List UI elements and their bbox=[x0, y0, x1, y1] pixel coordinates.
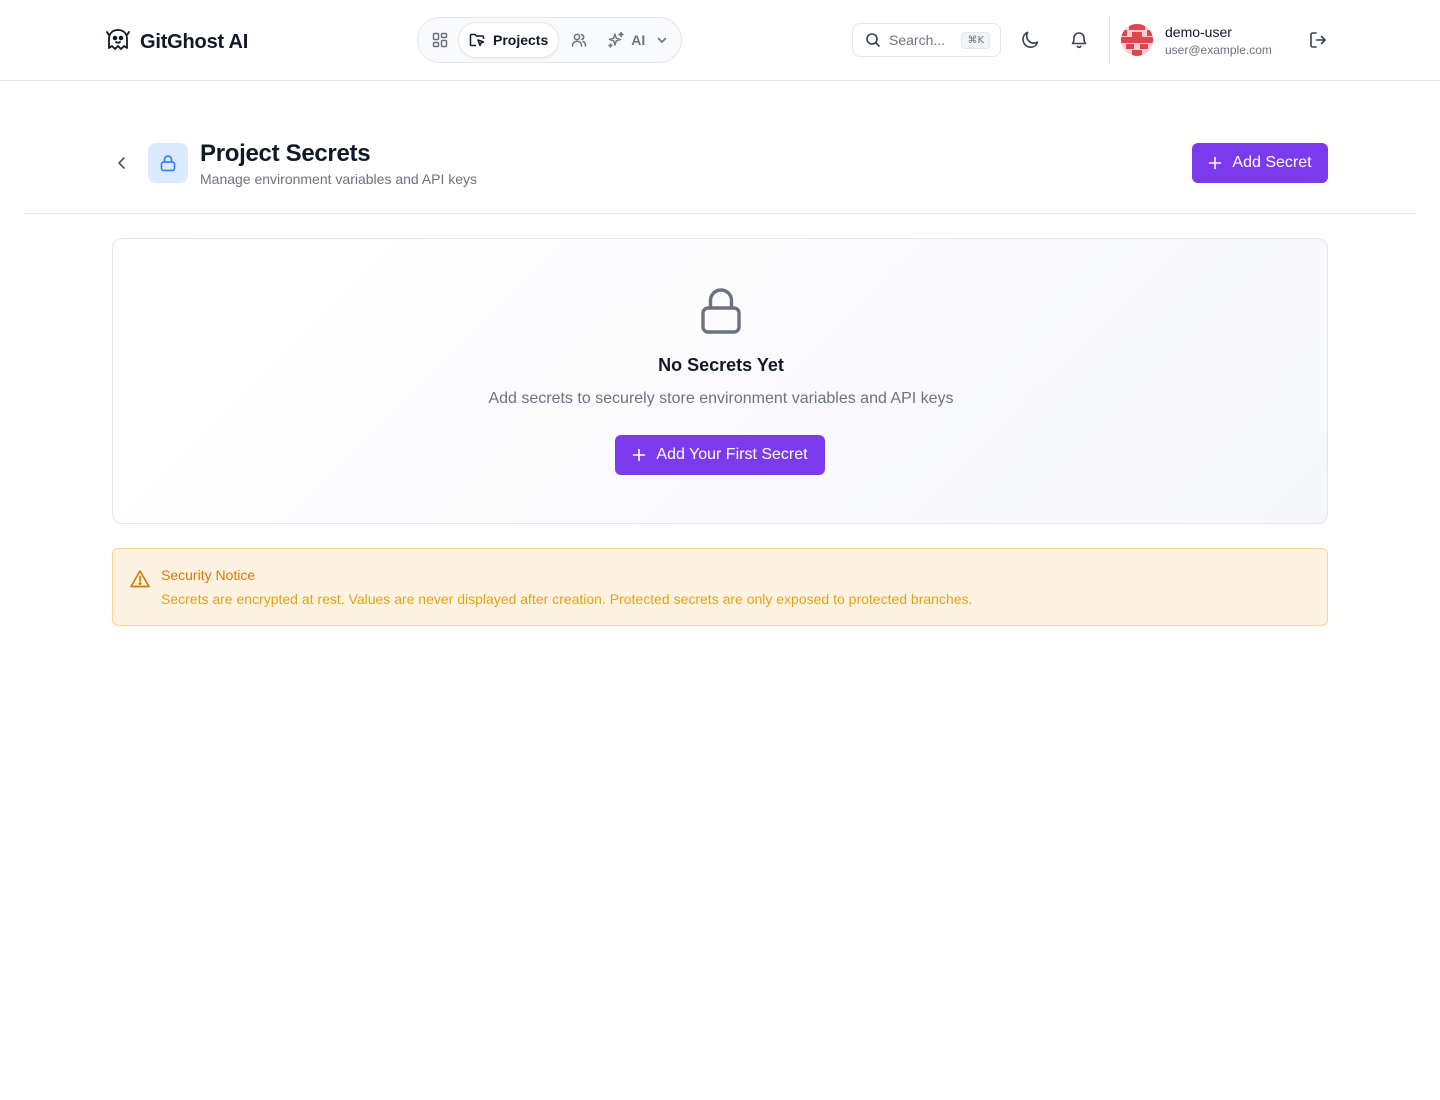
nav-projects[interactable]: Projects bbox=[458, 22, 560, 58]
page-lock-badge bbox=[148, 143, 188, 183]
nav-ai-dropdown[interactable]: AI bbox=[601, 22, 675, 58]
add-secret-button[interactable]: Add Secret bbox=[1192, 143, 1328, 183]
dashboard-grid-icon bbox=[432, 32, 448, 48]
empty-state-description: Add secrets to securely store environmen… bbox=[488, 390, 954, 407]
user-email: user@example.com bbox=[1165, 43, 1272, 57]
identicon-avatar-icon bbox=[1121, 24, 1153, 56]
brand[interactable]: GitGhost AI bbox=[104, 26, 248, 59]
folder-cursor-icon bbox=[469, 33, 485, 47]
ghost-logo-icon bbox=[104, 26, 132, 59]
search-placeholder: Search... bbox=[889, 32, 946, 48]
search-shortcut-badge: ⌘K bbox=[961, 31, 990, 49]
avatar[interactable] bbox=[1121, 24, 1153, 56]
sparkles-icon bbox=[608, 31, 624, 48]
brand-name: GitGhost AI bbox=[140, 31, 249, 53]
chevron-down-icon bbox=[657, 37, 667, 43]
page-title: Project Secrets bbox=[200, 140, 371, 167]
top-bar: GitGhost AI Projects AI Search... ⌘K dem… bbox=[0, 0, 1440, 81]
notifications-button[interactable] bbox=[1063, 24, 1095, 56]
lock-icon bbox=[160, 155, 176, 172]
main-nav: Projects AI bbox=[417, 17, 682, 63]
security-notice-text: Secrets are encrypted at rest. Values ar… bbox=[161, 591, 973, 607]
add-first-secret-button[interactable]: Add Your First Secret bbox=[615, 435, 825, 475]
nav-users[interactable] bbox=[561, 22, 597, 58]
warning-triangle-icon bbox=[130, 570, 150, 588]
user-name: demo-user bbox=[1165, 24, 1232, 40]
moon-icon bbox=[1022, 31, 1039, 48]
back-button[interactable] bbox=[110, 151, 134, 175]
logout-button[interactable] bbox=[1302, 24, 1334, 56]
users-icon bbox=[572, 33, 587, 47]
security-notice-title: Security Notice bbox=[161, 567, 256, 583]
nav-projects-label: Projects bbox=[493, 32, 549, 48]
search-icon bbox=[866, 33, 880, 47]
search-input[interactable]: Search... ⌘K bbox=[852, 23, 1001, 57]
add-secret-label: Add Secret bbox=[1232, 154, 1312, 171]
security-notice: Security Notice Secrets are encrypted at… bbox=[112, 548, 1328, 626]
plus-icon bbox=[1209, 156, 1222, 170]
page-subtitle: Manage environment variables and API key… bbox=[200, 171, 478, 187]
theme-toggle-button[interactable] bbox=[1015, 24, 1047, 56]
empty-state-title: No Secrets Yet bbox=[658, 355, 784, 375]
page-header-divider bbox=[24, 213, 1416, 214]
bell-icon bbox=[1071, 32, 1087, 49]
add-first-secret-label: Add Your First Secret bbox=[656, 446, 808, 463]
empty-state-card: No Secrets Yet Add secrets to securely s… bbox=[112, 238, 1328, 524]
nav-ai-label: AI bbox=[631, 32, 646, 48]
header-divider bbox=[1109, 16, 1110, 64]
logout-icon bbox=[1310, 32, 1326, 48]
chevron-left-icon bbox=[118, 157, 125, 169]
lock-icon bbox=[701, 288, 741, 334]
nav-dashboard[interactable] bbox=[422, 22, 458, 58]
plus-icon bbox=[633, 448, 646, 462]
